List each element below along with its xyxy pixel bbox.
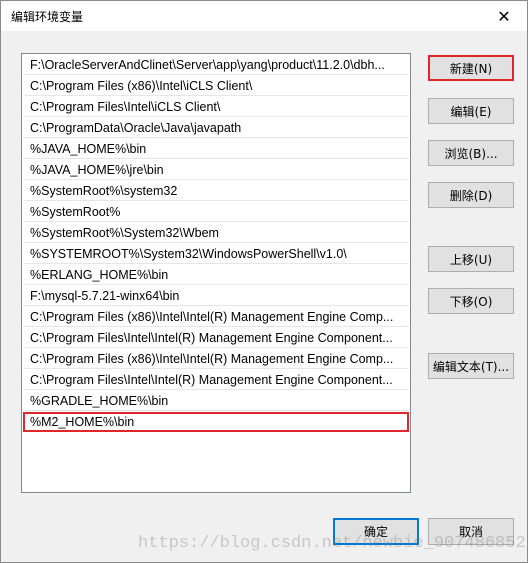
move-down-button[interactable]: 下移(O) (428, 288, 514, 314)
edit-button[interactable]: 编辑(E) (428, 98, 514, 124)
path-list-item[interactable]: F:\OracleServerAndClinet\Server\app\yang… (23, 55, 409, 75)
path-list[interactable]: F:\OracleServerAndClinet\Server\app\yang… (21, 53, 411, 493)
path-list-item[interactable]: %SYSTEMROOT%\System32\WindowsPowerShell\… (23, 244, 409, 264)
path-list-item[interactable]: %JAVA_HOME%\bin (23, 139, 409, 159)
path-list-item[interactable]: C:\Program Files (x86)\Intel\Intel(R) Ma… (23, 307, 409, 327)
path-list-item[interactable]: %M2_HOME%\bin (23, 412, 409, 432)
new-button[interactable]: 新建(N) (428, 55, 514, 81)
path-list-item[interactable]: %SystemRoot%\system32 (23, 181, 409, 201)
cancel-button[interactable]: 取消 (428, 518, 514, 545)
close-icon: ✕ (497, 6, 511, 26)
edit-env-variable-dialog: 编辑环境变量 ✕ F:\OracleServerAndClinet\Server… (0, 0, 528, 563)
path-list-item[interactable]: %ERLANG_HOME%\bin (23, 265, 409, 285)
ok-button[interactable]: 确定 (333, 518, 419, 545)
browse-button[interactable]: 浏览(B)... (428, 140, 514, 166)
path-list-item[interactable]: %SystemRoot%\System32\Wbem (23, 223, 409, 243)
path-list-item[interactable]: %JAVA_HOME%\jre\bin (23, 160, 409, 180)
path-list-item[interactable]: C:\Program Files\Intel\iCLS Client\ (23, 97, 409, 117)
path-list-item[interactable]: %GRADLE_HOME%\bin (23, 391, 409, 411)
path-list-item[interactable]: C:\Program Files (x86)\Intel\Intel(R) Ma… (23, 349, 409, 369)
path-list-item[interactable]: C:\Program Files\Intel\Intel(R) Manageme… (23, 370, 409, 390)
edit-text-button[interactable]: 编辑文本(T)... (428, 353, 514, 379)
path-list-item[interactable]: F:\mysql-5.7.21-winx64\bin (23, 286, 409, 306)
path-list-item[interactable]: %SystemRoot% (23, 202, 409, 222)
move-up-button[interactable]: 上移(U) (428, 246, 514, 272)
dialog-title: 编辑环境变量 (11, 10, 84, 24)
path-list-item[interactable]: C:\Program Files\Intel\Intel(R) Manageme… (23, 328, 409, 348)
title-bar: 编辑环境变量 ✕ (1, 1, 527, 31)
path-list-item[interactable]: C:\ProgramData\Oracle\Java\javapath (23, 118, 409, 138)
delete-button[interactable]: 删除(D) (428, 182, 514, 208)
path-list-item[interactable]: C:\Program Files (x86)\Intel\iCLS Client… (23, 76, 409, 96)
close-button[interactable]: ✕ (481, 1, 527, 31)
